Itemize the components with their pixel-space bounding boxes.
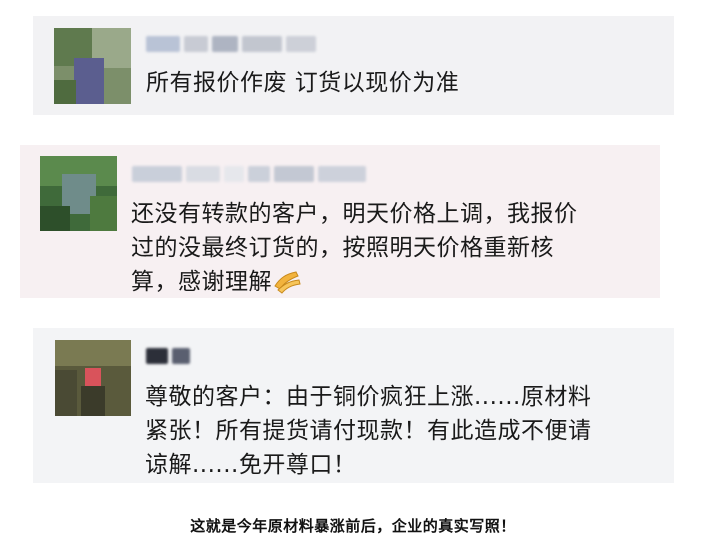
sender-name-blurred — [146, 345, 190, 367]
sender-name-blurred — [146, 33, 316, 55]
message-card-2: 还没有转款的客户，明天价格上调，我报价 过的没最终订货的，按照明天价格重新核 算… — [20, 145, 660, 298]
image-caption: 这就是今年原材料暴涨前后，企业的真实写照！ — [190, 517, 516, 535]
sender-avatar[interactable] — [54, 28, 131, 104]
clapping-hands-icon — [274, 271, 301, 294]
message-text: 所有报价作废 订货以现价为准 — [146, 70, 460, 96]
sender-name-blurred — [132, 163, 366, 185]
message-card-3: 尊敬的客户：由于铜价疯狂上涨......原材料 紧张！所有提货请付现款！有此造成… — [33, 328, 674, 483]
message-card-1: 所有报价作废 订货以现价为准 — [33, 16, 674, 115]
sender-avatar[interactable] — [40, 156, 117, 231]
message-text: 尊敬的客户：由于铜价疯狂上涨......原材料 紧张！所有提货请付现款！有此造成… — [145, 384, 592, 478]
sender-avatar[interactable] — [55, 340, 131, 416]
message-text: 还没有转款的客户，明天价格上调，我报价 过的没最终订货的，按照明天价格重新核 算… — [131, 201, 578, 295]
